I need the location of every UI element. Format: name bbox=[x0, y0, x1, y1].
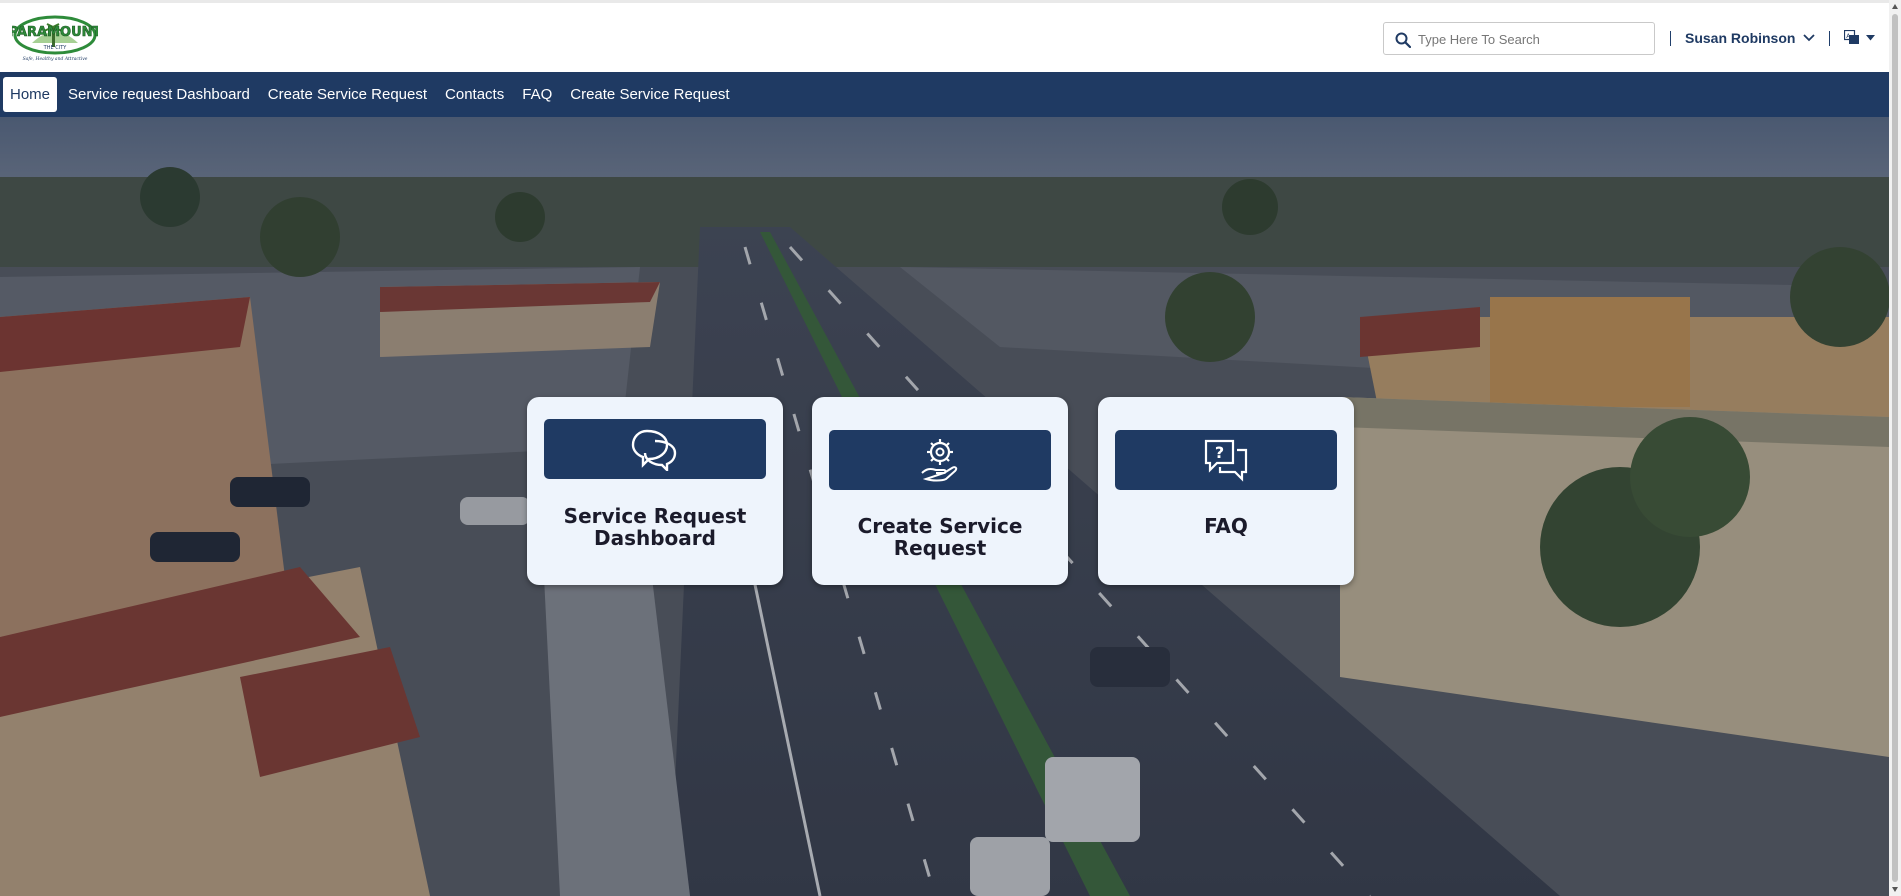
card-icon-banner bbox=[829, 430, 1051, 490]
card-icon-banner bbox=[544, 419, 766, 479]
search-box bbox=[1383, 22, 1655, 55]
svg-text:Safe, Healthy and Attractive: Safe, Healthy and Attractive bbox=[23, 56, 88, 62]
card-title: FAQ bbox=[1108, 515, 1344, 537]
card-title-line1: Service Request bbox=[563, 504, 747, 528]
chat-bubbles-icon bbox=[631, 429, 677, 471]
svg-text:?: ? bbox=[1215, 443, 1224, 462]
svg-text:PARAMOUNT: PARAMOUNT bbox=[12, 25, 98, 40]
paramount-logo[interactable]: PARAMOUNT THE CITY Safe, Healthy and Att… bbox=[12, 13, 98, 69]
card-title-line1: FAQ bbox=[1204, 514, 1248, 538]
nav-home[interactable]: Home bbox=[3, 77, 58, 112]
language-icon: A bbox=[1844, 30, 1859, 44]
page-scrollbar[interactable] bbox=[1889, 0, 1901, 896]
faq-card[interactable]: ? FAQ bbox=[1098, 397, 1354, 585]
user-menu[interactable]: Susan Robinson bbox=[1685, 30, 1816, 46]
header-divider bbox=[1670, 31, 1671, 46]
search-icon bbox=[1395, 32, 1411, 48]
card-icon-banner: ? bbox=[1115, 430, 1337, 490]
search-input[interactable] bbox=[1416, 25, 1650, 54]
chevron-down-icon bbox=[1803, 34, 1816, 42]
nav-service-request-dashboard[interactable]: Service request Dashboard bbox=[61, 77, 257, 112]
create-service-request-card[interactable]: Create Service Request bbox=[812, 397, 1068, 585]
service-request-dashboard-card[interactable]: Service Request Dashboard bbox=[527, 397, 783, 585]
top-header: PARAMOUNT THE CITY Safe, Healthy and Att… bbox=[0, 0, 1889, 72]
header-divider bbox=[1829, 31, 1830, 46]
card-title: Create Service Request bbox=[822, 515, 1058, 559]
card-title-line2: Dashboard bbox=[594, 526, 716, 550]
svg-text:THE CITY: THE CITY bbox=[43, 45, 68, 51]
language-selector[interactable]: A bbox=[1844, 30, 1875, 45]
main-nav: Home Service request Dashboard Create Se… bbox=[0, 72, 1889, 117]
gear-in-hand-icon bbox=[921, 439, 958, 482]
user-name: Susan Robinson bbox=[1685, 30, 1796, 46]
nav-create-service-request-2[interactable]: Create Service Request bbox=[563, 77, 736, 112]
scrollbar-thumb[interactable] bbox=[1892, 14, 1898, 882]
scroll-down-arrow[interactable] bbox=[1892, 887, 1898, 892]
nav-create-service-request[interactable]: Create Service Request bbox=[261, 77, 434, 112]
nav-contacts[interactable]: Contacts bbox=[438, 77, 511, 112]
question-chat-icon: ? bbox=[1204, 439, 1248, 482]
hero-banner: Service Request Dashboard Create Service… bbox=[0, 117, 1889, 896]
scroll-up-arrow[interactable] bbox=[1892, 4, 1898, 9]
card-title: Service Request Dashboard bbox=[537, 505, 773, 549]
nav-faq[interactable]: FAQ bbox=[515, 77, 559, 112]
card-title-line1: Create Service Request bbox=[857, 514, 1023, 560]
caret-down-icon bbox=[1866, 34, 1875, 40]
